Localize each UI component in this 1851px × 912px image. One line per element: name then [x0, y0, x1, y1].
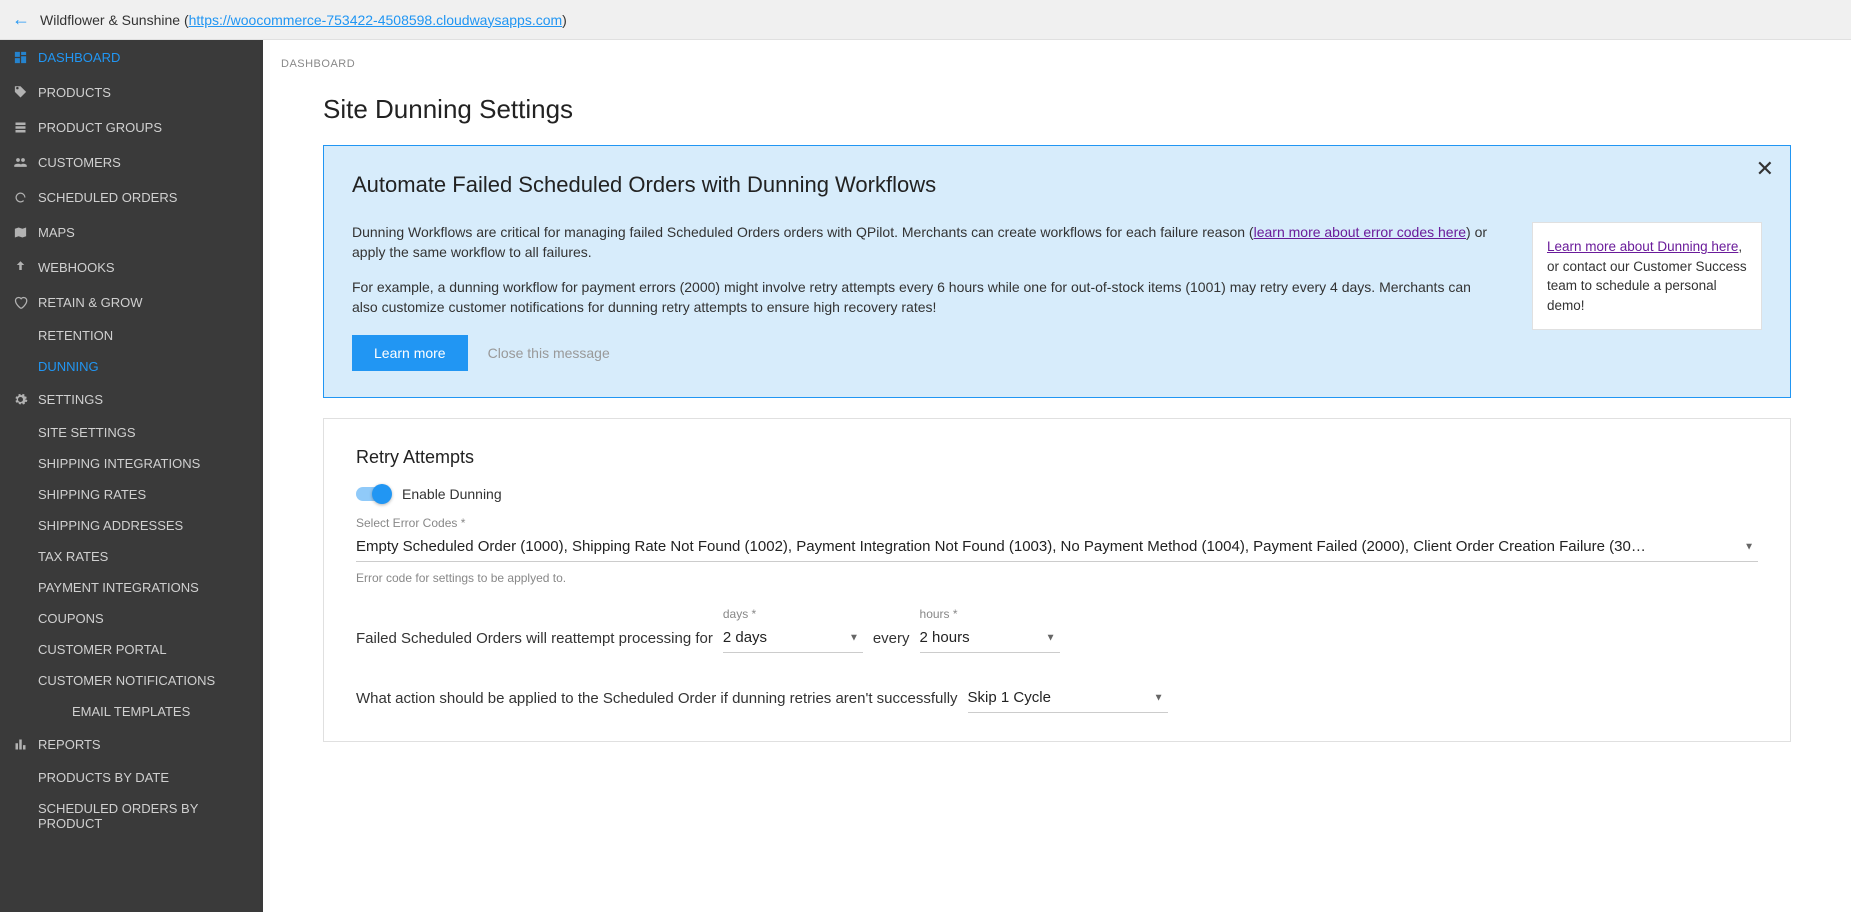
- sidebar-item-email-templates[interactable]: EMAIL TEMPLATES: [0, 696, 263, 727]
- error-codes-select[interactable]: Empty Scheduled Order (1000), Shipping R…: [356, 532, 1758, 562]
- share-icon: [12, 260, 28, 275]
- retry-sentence-a: Failed Scheduled Orders will reattempt p…: [356, 630, 713, 653]
- days-label: days *: [723, 607, 863, 621]
- sidebar-item-shipping-rates[interactable]: SHIPPING RATES: [0, 479, 263, 510]
- hours-select[interactable]: 2 hours ▼: [920, 623, 1060, 653]
- hours-label: hours *: [920, 607, 1060, 621]
- sidebar-item-dunning[interactable]: DUNNING: [0, 351, 263, 382]
- sidebar-item-shipping-addresses[interactable]: SHIPPING ADDRESSES: [0, 510, 263, 541]
- users-icon: [12, 155, 28, 170]
- page-title: Site Dunning Settings: [263, 74, 1851, 145]
- main-content: DASHBOARD Site Dunning Settings ✕ Automa…: [263, 40, 1851, 912]
- sidebar-item-customer-notifications[interactable]: CUSTOMER NOTIFICATIONS: [0, 665, 263, 696]
- action-value: Skip 1 Cycle: [968, 683, 1168, 713]
- sidebar-item-customer-portal[interactable]: CUSTOMER PORTAL: [0, 634, 263, 665]
- info-aside: Learn more about Dunning here, or contac…: [1532, 222, 1762, 330]
- sidebar-item-coupons[interactable]: COUPONS: [0, 603, 263, 634]
- sidebar-item-label: CUSTOMER NOTIFICATIONS: [38, 673, 215, 688]
- days-value: 2 days: [723, 623, 863, 653]
- sidebar-item-label: DASHBOARD: [38, 50, 120, 65]
- error-codes-value: Empty Scheduled Order (1000), Shipping R…: [356, 532, 1758, 562]
- sidebar-item-label: SHIPPING INTEGRATIONS: [38, 456, 200, 471]
- sidebar-item-label: RETAIN & GROW: [38, 295, 142, 310]
- sidebar-item-label: EMAIL TEMPLATES: [72, 704, 190, 719]
- layers-icon: [12, 120, 28, 135]
- sidebar-item-scheduled-orders-by-product[interactable]: SCHEDULED ORDERS BY PRODUCT: [0, 793, 263, 839]
- refresh-icon: [12, 190, 28, 205]
- sidebar-item-products-by-date[interactable]: PRODUCTS BY DATE: [0, 762, 263, 793]
- sidebar-item-label: WEBHOOKS: [38, 260, 115, 275]
- sidebar-item-label: CUSTOMERS: [38, 155, 121, 170]
- sidebar-item-payment-integrations[interactable]: PAYMENT INTEGRATIONS: [0, 572, 263, 603]
- heart-icon: [12, 295, 28, 310]
- topbar: ← Wildflower & Sunshine (https://woocomm…: [0, 0, 1851, 40]
- sidebar-item-label: CUSTOMER PORTAL: [38, 642, 167, 657]
- error-codes-helper: Error code for settings to be applyed to…: [356, 571, 1758, 585]
- action-sentence: What action should be applied to the Sch…: [356, 690, 958, 713]
- sidebar-item-products[interactable]: PRODUCTS: [0, 75, 263, 110]
- sidebar: DASHBOARD PRODUCTS PRODUCT GROUPS CUSTOM…: [0, 40, 263, 912]
- sidebar-item-dashboard[interactable]: DASHBOARD: [0, 40, 263, 75]
- sidebar-item-customers[interactable]: CUSTOMERS: [0, 145, 263, 180]
- map-icon: [12, 225, 28, 240]
- info-para1-a: Dunning Workflows are critical for manag…: [352, 224, 1254, 240]
- info-heading: Automate Failed Scheduled Orders with Du…: [352, 172, 1762, 198]
- back-arrow-icon[interactable]: ←: [12, 9, 30, 30]
- breadcrumb[interactable]: DASHBOARD: [263, 40, 1851, 74]
- sidebar-item-label: PRODUCTS BY DATE: [38, 770, 169, 785]
- error-codes-label: Select Error Codes *: [356, 516, 1758, 530]
- sidebar-item-label: MAPS: [38, 225, 75, 240]
- site-url-link[interactable]: https://woocommerce-753422-4508598.cloud…: [189, 12, 563, 28]
- enable-dunning-label: Enable Dunning: [402, 486, 502, 502]
- sidebar-item-retain-grow[interactable]: RETAIN & GROW: [0, 285, 263, 320]
- sidebar-item-webhooks[interactable]: WEBHOOKS: [0, 250, 263, 285]
- sidebar-item-settings[interactable]: SETTINGS: [0, 382, 263, 417]
- sidebar-item-tax-rates[interactable]: TAX RATES: [0, 541, 263, 572]
- sidebar-item-shipping-integrations[interactable]: SHIPPING INTEGRATIONS: [0, 448, 263, 479]
- sidebar-item-label: SETTINGS: [38, 392, 103, 407]
- tag-icon: [12, 85, 28, 100]
- retry-attempts-card: Retry Attempts Enable Dunning Select Err…: [323, 418, 1791, 742]
- retry-heading: Retry Attempts: [356, 447, 1758, 468]
- site-name: Wildflower & Sunshine (https://woocommer…: [40, 12, 567, 28]
- enable-dunning-toggle[interactable]: [356, 487, 390, 501]
- info-para2: For example, a dunning workflow for paym…: [352, 277, 1492, 318]
- hours-value: 2 hours: [920, 623, 1060, 653]
- learn-dunning-link[interactable]: Learn more about Dunning here: [1547, 239, 1738, 254]
- learn-more-button[interactable]: Learn more: [352, 335, 468, 371]
- sidebar-item-label: PRODUCT GROUPS: [38, 120, 162, 135]
- gear-icon: [12, 392, 28, 407]
- days-select[interactable]: 2 days ▼: [723, 623, 863, 653]
- sidebar-item-reports[interactable]: REPORTS: [0, 727, 263, 762]
- action-select[interactable]: Skip 1 Cycle ▼: [968, 683, 1168, 713]
- sidebar-item-label: PAYMENT INTEGRATIONS: [38, 580, 199, 595]
- sidebar-item-label: SHIPPING ADDRESSES: [38, 518, 183, 533]
- sidebar-item-maps[interactable]: MAPS: [0, 215, 263, 250]
- sidebar-item-label: SHIPPING RATES: [38, 487, 146, 502]
- info-panel: ✕ Automate Failed Scheduled Orders with …: [323, 145, 1791, 398]
- sidebar-item-label: RETENTION: [38, 328, 113, 343]
- sidebar-item-label: COUPONS: [38, 611, 104, 626]
- retry-sentence-b: every: [873, 630, 910, 653]
- sidebar-item-label: TAX RATES: [38, 549, 108, 564]
- info-text: Dunning Workflows are critical for manag…: [352, 222, 1492, 371]
- sidebar-item-label: PRODUCTS: [38, 85, 111, 100]
- sidebar-item-label: SCHEDULED ORDERS: [38, 190, 177, 205]
- sidebar-item-label: DUNNING: [38, 359, 99, 374]
- sidebar-item-site-settings[interactable]: SITE SETTINGS: [0, 417, 263, 448]
- sidebar-item-label: SCHEDULED ORDERS BY PRODUCT: [38, 801, 251, 831]
- close-message-button[interactable]: Close this message: [488, 345, 610, 361]
- dashboard-icon: [12, 50, 28, 65]
- sidebar-item-scheduled-orders[interactable]: SCHEDULED ORDERS: [0, 180, 263, 215]
- sidebar-item-label: SITE SETTINGS: [38, 425, 136, 440]
- chart-icon: [12, 737, 28, 752]
- sidebar-item-product-groups[interactable]: PRODUCT GROUPS: [0, 110, 263, 145]
- sidebar-item-retention[interactable]: RETENTION: [0, 320, 263, 351]
- close-icon[interactable]: ✕: [1756, 156, 1774, 182]
- error-codes-link[interactable]: learn more about error codes here: [1254, 224, 1466, 240]
- sidebar-item-label: REPORTS: [38, 737, 101, 752]
